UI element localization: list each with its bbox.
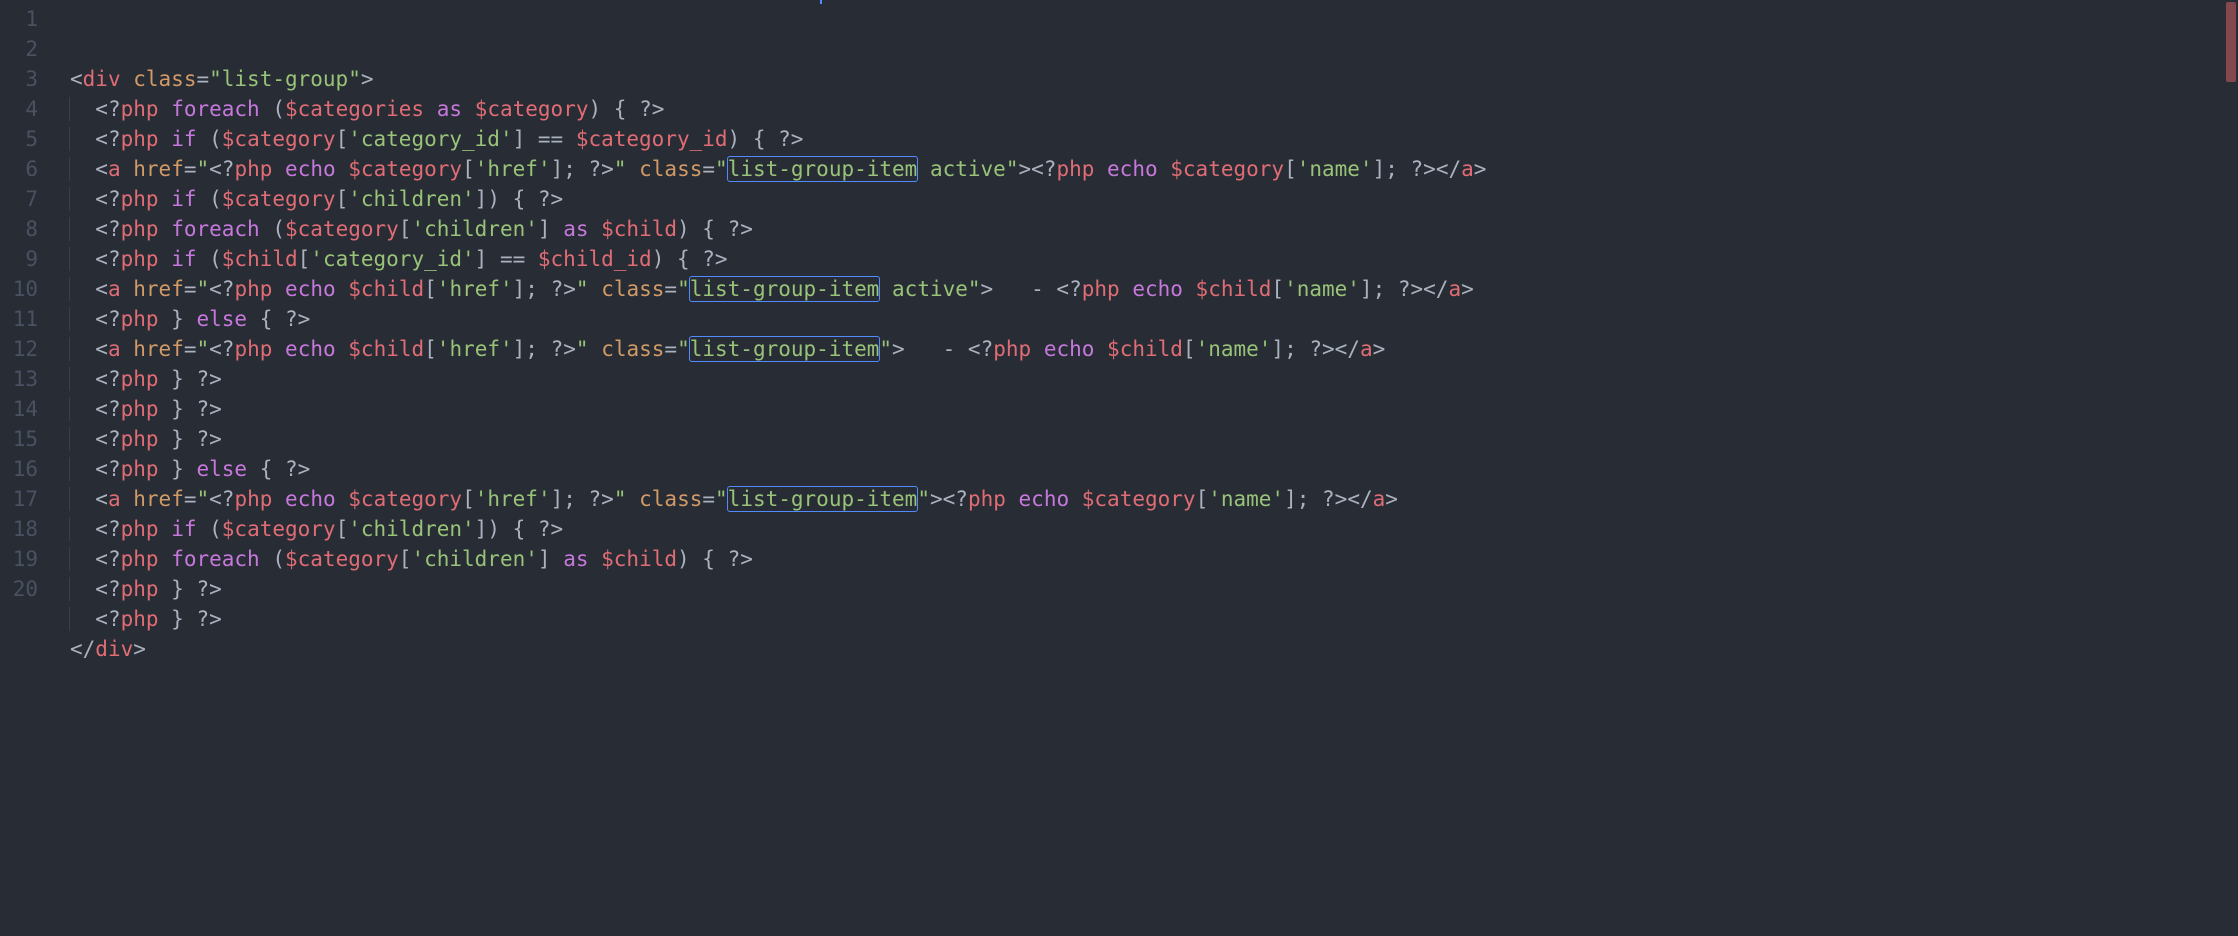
code-line[interactable]: <a href="<?php echo $child['href']; ?>" … — [70, 334, 2238, 364]
code-line[interactable]: <?php foreach ($categories as $category)… — [70, 94, 2238, 124]
code-line[interactable]: <?php foreach ($category['children'] as … — [70, 544, 2238, 574]
line-number: 14 — [0, 394, 60, 424]
search-highlight: list-group-item — [689, 276, 881, 302]
code-line[interactable]: <?php } ?> — [70, 364, 2238, 394]
scrollbar-thumb[interactable] — [2226, 2, 2236, 82]
line-number: 7 — [0, 184, 60, 214]
code-line[interactable]: <?php } else { ?> — [70, 304, 2238, 334]
line-number: 9 — [0, 244, 60, 274]
code-line[interactable]: <?php } ?> — [70, 394, 2238, 424]
search-highlight: list-group-item — [727, 156, 919, 182]
code-line[interactable]: <?php if ($category['children']) { ?> — [70, 184, 2238, 214]
line-number-gutter: 1234567891011121314151617181920 — [0, 0, 60, 668]
line-number: 5 — [0, 124, 60, 154]
code-line[interactable]: <div class="list-group"> — [70, 64, 2238, 94]
line-number: 20 — [0, 574, 60, 604]
scrollbar-track[interactable] — [2224, 0, 2238, 936]
line-number: 13 — [0, 364, 60, 394]
search-highlight: list-group-item — [727, 486, 919, 512]
code-line[interactable]: <?php } ?> — [70, 574, 2238, 604]
line-number: 2 — [0, 34, 60, 64]
code-line[interactable]: </div> — [70, 634, 2238, 664]
line-number: 12 — [0, 334, 60, 364]
code-line[interactable]: <?php } else { ?> — [70, 454, 2238, 484]
code-line[interactable]: <?php if ($category['children']) { ?> — [70, 514, 2238, 544]
search-highlight: list-group-item — [689, 336, 881, 362]
line-number: 1 — [0, 4, 60, 34]
code-line[interactable]: <?php if ($category['category_id'] == $c… — [70, 124, 2238, 154]
line-number: 3 — [0, 64, 60, 94]
line-number: 10 — [0, 274, 60, 304]
code-line[interactable]: <a href="<?php echo $category['href']; ?… — [70, 154, 2238, 184]
code-line[interactable]: <a href="<?php echo $child['href']; ?>" … — [70, 274, 2238, 304]
line-number: 4 — [0, 94, 60, 124]
line-number: 18 — [0, 514, 60, 544]
line-number: 11 — [0, 304, 60, 334]
line-number: 17 — [0, 484, 60, 514]
code-line[interactable]: <?php } ?> — [70, 424, 2238, 454]
code-line[interactable]: <?php foreach ($category['children'] as … — [70, 214, 2238, 244]
line-number: 6 — [0, 154, 60, 184]
code-line[interactable]: <?php if ($child['category_id'] == $chil… — [70, 244, 2238, 274]
line-number: 15 — [0, 424, 60, 454]
code-line[interactable]: <?php } ?> — [70, 604, 2238, 634]
code-editor-content[interactable]: <div class="list-group"> <?php foreach (… — [60, 0, 2238, 668]
line-number: 19 — [0, 544, 60, 574]
line-number: 16 — [0, 454, 60, 484]
line-number: 8 — [0, 214, 60, 244]
cursor-indicator — [820, 0, 822, 4]
code-line[interactable]: <a href="<?php echo $category['href']; ?… — [70, 484, 2238, 514]
